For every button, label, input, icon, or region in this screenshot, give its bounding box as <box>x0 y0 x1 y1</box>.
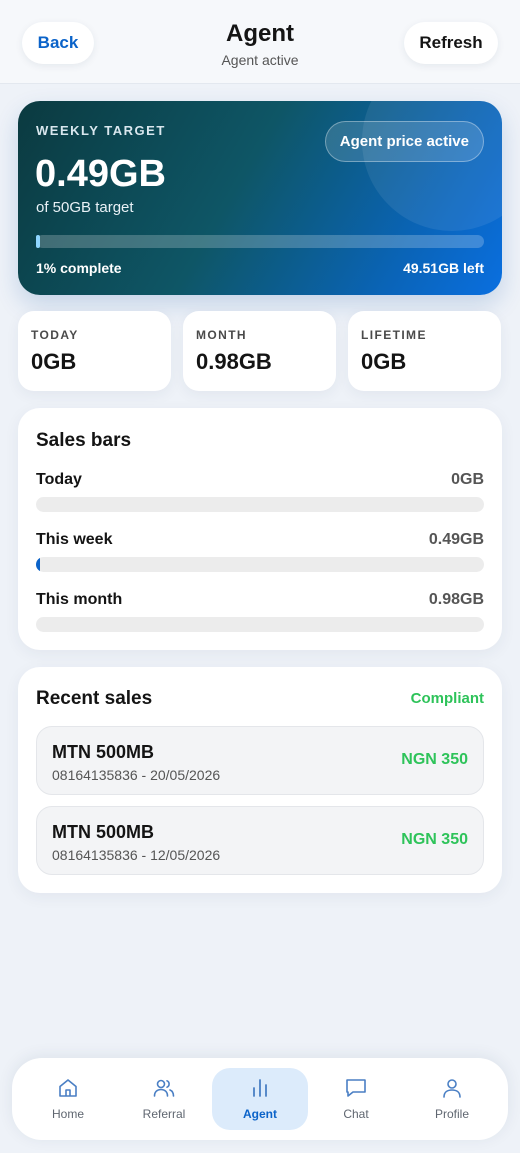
nav-label: Agent <box>243 1107 277 1121</box>
nav-item-profile[interactable]: Profile <box>404 1068 500 1130</box>
refresh-button[interactable]: Refresh <box>404 22 498 64</box>
weekly-progress-track <box>36 235 484 248</box>
sales-bar-label: This month <box>36 591 123 608</box>
home-icon <box>59 1079 77 1097</box>
sales-bar-today: Today 0GB <box>36 471 484 515</box>
sales-bar-month: This month 0.98GB <box>36 591 484 635</box>
back-button[interactable]: Back <box>22 22 94 64</box>
nav-label: Chat <box>343 1107 369 1121</box>
weekly-target-value: 0.49GB <box>35 153 166 195</box>
weekly-target-card: WEEKLY TARGET Agent price active 0.49GB … <box>18 101 502 295</box>
sales-bar-label: Today <box>36 471 82 488</box>
stat-value: 0GB <box>361 349 407 374</box>
nav-label: Profile <box>434 1107 469 1121</box>
sale-product: MTN 500MB <box>52 822 155 842</box>
compliance-status: Compliant <box>410 690 484 707</box>
stat-card-lifetime: LIFETIME 0GB <box>348 311 501 391</box>
page-title: Agent <box>226 20 294 47</box>
weekly-progress-remaining: 49.51GB left <box>403 260 484 276</box>
title-group: Agent Agent active <box>160 20 360 68</box>
stat-label: MONTH <box>196 328 247 342</box>
sale-meta: 08164135836 - 20/05/2026 <box>52 767 221 783</box>
bottom-navigation: Home Referral Agent Chat Profile <box>12 1058 508 1140</box>
sale-list-item[interactable]: MTN 500MB 08164135836 - 20/05/2026 NGN 3… <box>36 726 484 795</box>
sales-bar-week: This week 0.49GB <box>36 531 484 575</box>
nav-label: Referral <box>142 1107 186 1121</box>
recent-sales-title: Recent sales <box>36 688 153 709</box>
nav-item-chat[interactable]: Chat <box>308 1068 404 1130</box>
sales-bar-label: This week <box>36 531 113 548</box>
sale-product: MTN 500MB <box>52 742 155 762</box>
nav-item-agent[interactable]: Agent <box>212 1068 308 1130</box>
bar-chart-icon <box>253 1079 267 1097</box>
sale-amount: NGN 350 <box>401 751 468 768</box>
chat-icon <box>346 1079 366 1097</box>
stat-value: 0GB <box>31 349 77 374</box>
sales-bars-title: Sales bars <box>36 430 132 451</box>
sales-bar-value: 0.49GB <box>428 531 484 548</box>
nav-item-referral[interactable]: Referral <box>116 1068 212 1130</box>
stat-value: 0.98GB <box>196 349 272 374</box>
weekly-target-label: WEEKLY TARGET <box>36 123 166 138</box>
sales-bar-track <box>36 557 484 572</box>
sales-bar-track <box>36 497 484 512</box>
stat-card-today: TODAY 0GB <box>18 311 171 391</box>
sales-bar-fill <box>36 557 41 572</box>
recent-sales-card: Recent sales Compliant MTN 500MB 0816413… <box>18 667 502 893</box>
sales-bars-card: Sales bars Today 0GB This week 0.49GB Th… <box>18 408 502 650</box>
stat-card-month: MONTH 0.98GB <box>183 311 336 391</box>
sale-amount: NGN 350 <box>401 831 468 848</box>
weekly-target-goal: of 50GB target <box>36 199 134 216</box>
weekly-progress-complete: 1% complete <box>36 260 122 276</box>
user-icon <box>443 1079 461 1098</box>
weekly-progress-fill <box>36 235 41 248</box>
sale-list-item[interactable]: MTN 500MB 08164135836 - 12/05/2026 NGN 3… <box>36 806 484 875</box>
users-icon <box>153 1079 175 1097</box>
sales-bar-value: 0GB <box>451 471 484 488</box>
stat-label: TODAY <box>31 328 79 342</box>
stat-label: LIFETIME <box>361 328 427 342</box>
sales-bar-value: 0.98GB <box>428 591 484 608</box>
page-subtitle: Agent active <box>221 52 299 68</box>
nav-label: Home <box>51 1107 84 1121</box>
agent-price-badge: Agent price active <box>324 121 484 162</box>
nav-item-home[interactable]: Home <box>20 1068 116 1130</box>
sale-meta: 08164135836 - 12/05/2026 <box>52 847 221 863</box>
app-header: Back Agent Agent active Refresh <box>0 0 520 84</box>
sales-bar-track <box>36 617 484 632</box>
